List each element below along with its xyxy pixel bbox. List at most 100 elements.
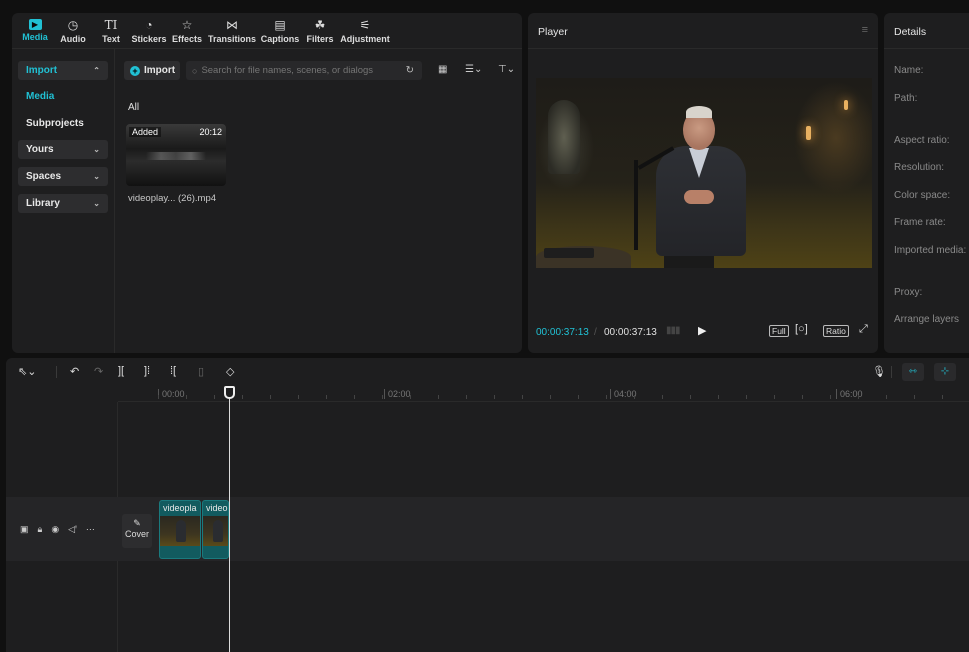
- detail-name: Name:: [894, 65, 924, 76]
- eye-icon[interactable]: ◉: [51, 524, 59, 535]
- video-preview[interactable]: [536, 78, 872, 268]
- playhead-handle[interactable]: [224, 386, 235, 399]
- refresh-icon[interactable]: ↻: [406, 65, 414, 76]
- lamp-light: [806, 126, 811, 140]
- waveform-icon: ▮▮▮: [666, 325, 680, 336]
- play-icon[interactable]: ▶: [698, 324, 706, 337]
- asset-toolbar: ▶ Media ◷ Audio TI Text ◔ Stickers ☆ Eff…: [12, 13, 522, 49]
- audio-mute-icon[interactable]: ◁ꞌ: [68, 524, 77, 535]
- tab-effects[interactable]: ☆ Effects: [168, 13, 206, 48]
- ruler-tick: [718, 395, 719, 399]
- text-icon: TI: [104, 17, 118, 32]
- details-header: Details: [884, 13, 969, 49]
- ruler-tick: [746, 395, 747, 399]
- delete-left-icon[interactable]: ]⁞: [144, 365, 150, 377]
- time-separator: /: [594, 327, 597, 338]
- cover-button[interactable]: ✎ Cover: [122, 514, 152, 548]
- table-device: [544, 248, 594, 258]
- ruler-tick: [802, 395, 803, 399]
- tab-transitions[interactable]: ⋈ Transitions: [206, 13, 258, 48]
- sidebar-item-subprojects[interactable]: Subprojects: [18, 114, 108, 133]
- tab-audio[interactable]: ◷ Audio: [54, 13, 92, 48]
- ruler-tick: [158, 395, 159, 399]
- total-time: 00:00:37:13: [604, 327, 657, 338]
- transitions-icon: ⋈: [226, 17, 238, 32]
- tab-media[interactable]: ▶ Media: [16, 13, 54, 48]
- ruler-tick: [270, 395, 271, 399]
- tab-text[interactable]: TI Text: [92, 13, 130, 48]
- ratio-button[interactable]: Ratio: [823, 325, 849, 337]
- zoom-icon[interactable]: [○]: [795, 323, 808, 335]
- snap-icon[interactable]: ⊹: [934, 363, 956, 381]
- detail-imported-media: Imported media:: [894, 245, 967, 256]
- media-thumbnail[interactable]: Added 20:12: [126, 124, 226, 186]
- sidebar-item-media[interactable]: Media: [18, 87, 108, 106]
- effects-icon: ☆: [181, 17, 193, 32]
- sidebar-item-spaces[interactable]: Spaces ⌄: [18, 167, 108, 186]
- ruler-tick: [774, 395, 775, 399]
- chevron-down-icon: ⌄: [93, 145, 100, 154]
- ruler-tick: [942, 395, 943, 399]
- sidebar-item-import[interactable]: Import ⌃: [18, 61, 108, 80]
- chevron-up-icon: ⌃: [93, 66, 100, 75]
- clip-name: videop: [206, 503, 228, 513]
- playhead-line[interactable]: [229, 386, 230, 652]
- details-panel: Details Name: Path: Aspect ratio: Resolu…: [884, 13, 969, 353]
- grid-view-icon[interactable]: ▦: [438, 64, 447, 75]
- split-icon[interactable]: ][: [118, 365, 124, 377]
- toolbar-divider: [56, 366, 57, 378]
- menu-icon[interactable]: ≡: [862, 24, 868, 36]
- filter-icon[interactable]: ⊤⌄: [498, 64, 515, 75]
- ruler-tick: [550, 395, 551, 399]
- duration-label: 20:12: [199, 127, 222, 137]
- marker-icon[interactable]: ◇: [226, 365, 234, 378]
- background-window: [548, 100, 580, 174]
- sort-icon[interactable]: ☰⌄: [465, 64, 482, 75]
- import-button[interactable]: + Import: [124, 61, 180, 80]
- timeline-ruler[interactable]: 00:00 02:00 04:00 06:00: [118, 386, 969, 402]
- trash-icon[interactable]: ▯: [198, 365, 204, 378]
- select-tool-icon[interactable]: ⇖⌄: [18, 365, 36, 378]
- tab-filters[interactable]: ☘ Filters: [302, 13, 338, 48]
- link-clips-icon[interactable]: ⇿: [902, 363, 924, 381]
- media-icon: ▶: [28, 19, 42, 30]
- timeline-clip[interactable]: videopla: [159, 500, 201, 559]
- timeline-panel: ⇖⌄ ↶ ↷ ][ ]⁞ ⁞[ ▯ ◇ 🎙 ⇿ ⊹ 00:00 02:00 04…: [6, 358, 969, 652]
- media-file-name: videoplay... (26).mp4: [128, 193, 217, 204]
- media-search[interactable]: ○ ↻: [186, 61, 422, 80]
- adjustment-icon: ⚟: [359, 17, 371, 32]
- tab-captions[interactable]: ▤ Captions: [258, 13, 302, 48]
- delete-right-icon[interactable]: ⁞[: [170, 365, 176, 377]
- ruler-label: 02:00: [384, 389, 411, 399]
- current-time: 00:00:37:13: [536, 327, 589, 338]
- tab-adjustment[interactable]: ⚟ Adjustment: [338, 13, 392, 48]
- player-header: Player ≡: [528, 13, 878, 49]
- ruler-label: 04:00: [610, 389, 637, 399]
- tab-stickers[interactable]: ◔ Stickers: [130, 13, 168, 48]
- filter-all-label: All: [128, 102, 140, 113]
- clip-frame: [160, 516, 200, 546]
- ruler-tick: [354, 395, 355, 399]
- audio-icon: ◷: [67, 17, 79, 32]
- microphone-icon[interactable]: 🎙: [872, 365, 886, 378]
- redo-icon[interactable]: ↷: [94, 365, 103, 378]
- clip-frame: [203, 516, 228, 546]
- detail-color-space: Color space:: [894, 190, 951, 201]
- search-input[interactable]: [201, 65, 392, 76]
- ruler-tick: [242, 395, 243, 399]
- timeline-clip[interactable]: videop: [202, 500, 229, 559]
- full-button[interactable]: Full: [769, 325, 789, 337]
- ruler-tick: [466, 395, 467, 399]
- undo-icon[interactable]: ↶: [70, 365, 79, 378]
- clip-name: videopla: [163, 503, 197, 513]
- fullscreen-icon[interactable]: ⤢: [859, 323, 868, 336]
- player-title: Player: [538, 26, 568, 38]
- detail-resolution: Resolution:: [894, 162, 945, 173]
- more-icon[interactable]: ⋯: [86, 524, 95, 535]
- sidebar-item-library[interactable]: Library ⌄: [18, 194, 108, 213]
- player-panel: Player ≡ 00:00:37:13 / 00:00:37:13 ▮▮▮ ▶…: [528, 13, 878, 353]
- sidebar-item-yours[interactable]: Yours ⌄: [18, 140, 108, 159]
- lock-icon[interactable]: 🔒︎: [38, 524, 43, 535]
- ruler-tick: [662, 395, 663, 399]
- detail-aspect-ratio: Aspect ratio:: [894, 135, 950, 146]
